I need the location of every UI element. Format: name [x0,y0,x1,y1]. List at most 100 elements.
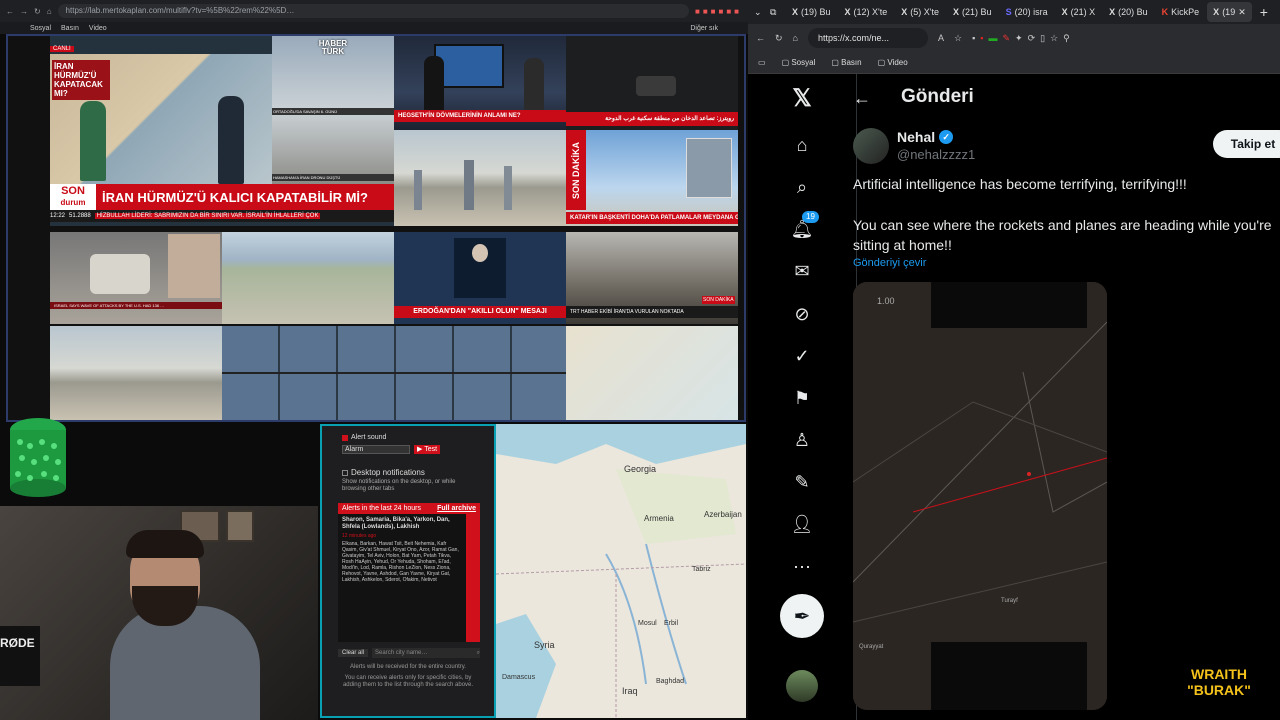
alerts-scrollbar[interactable] [466,514,480,642]
author-handle[interactable]: @nehalzzzz1 [897,147,975,162]
tab-close-icon[interactable]: ✕ [1238,7,1246,18]
news-ticker: 12:22 51.2888 HİZBULLAH LİDERİ: SABRIMIZ… [50,210,394,222]
bookmark-basin[interactable]: ▢ Basın [831,58,861,67]
left-browser-addressbar: ← → ↻ ⌂ https://lab.mertokaplan.com/mult… [0,0,748,22]
clear-all-button[interactable]: Clear all [338,649,369,657]
alarm-select[interactable]: Alarm [342,445,410,454]
bookmark-video[interactable]: Video [89,25,107,32]
alerts-list[interactable]: Sharon, Samaria, Bika'a, Yarkon, Dan, Sh… [338,514,480,642]
brand-bottom: TÜRK [321,47,345,56]
sidebar-icon[interactable]: ▭ [758,58,766,67]
more-icon[interactable]: ⋯ [790,555,814,579]
news-tile-aljazeera[interactable]: ISRAEL SAYS WAVE OF ATTACKS BY THE U.S. … [50,232,222,324]
news-tile-flight-map[interactable] [566,326,738,420]
tab-actions-icon[interactable]: ⧉ [770,7,784,18]
back-icon[interactable]: ← [756,33,765,43]
x-logo-icon[interactable]: 𝕏 [790,85,814,112]
bookmarks-icon[interactable]: ⚑ [790,386,814,410]
tab-2[interactable]: X (5) X'te [895,2,945,22]
home-icon[interactable]: ⌂ [47,7,52,16]
tab-4[interactable]: S (20) isra [1000,2,1054,22]
news-tile-jerusalem[interactable] [50,326,222,420]
tab-8-label: (19 [1222,7,1236,17]
translate-post-link[interactable]: Gönderiyi çevir [853,257,926,269]
tile4-caption: KATAR'IN BAŞKENTİ DOHA'DA PATLAMALAR MEY… [566,212,738,224]
tab-6[interactable]: X (20) Bu [1103,2,1154,22]
test-button[interactable]: ▶ Test [414,445,441,454]
tab-1-label: (12) X'te [853,7,888,17]
messages-icon[interactable]: ✉ [790,259,814,283]
tab-5[interactable]: X (21) X [1056,2,1102,22]
news-tile-alaraby[interactable]: رويترز: تصاعد الدخان من منطقة سكنية غرب … [566,36,738,130]
profile-icon[interactable]: 👤︎ [790,512,814,536]
bookmark-video[interactable]: ▢ Video [878,58,908,67]
tab-3-icon: X [953,7,960,17]
tab-0[interactable]: X (19) Bu [786,2,837,22]
premium-icon[interactable]: ✎ [790,470,814,494]
news-tile-studio-2[interactable]: HEGSETH'İN DÖVMELERİNİN ANLAMI NE? [394,36,566,130]
news-tile-erdogan[interactable]: ERDOĞAN'DAN "AKILLI OLUN" MESAJI [394,232,566,324]
home-icon[interactable]: ⌂ [793,33,798,43]
news-tile-trt[interactable]: TRT HABER EKİBİ İRAN'DA VURULAN NOKTADA … [566,232,738,324]
read-aloud-icon[interactable]: A [938,33,944,43]
reload-icon[interactable]: ↻ [775,33,783,44]
side-caption-1: ORTADOĞU'DA SAVAŞIN 6. GÜNÜ [272,108,394,115]
news-tile-webcam-grid[interactable] [222,326,566,420]
jobs-icon[interactable]: ♙ [790,428,814,452]
full-archive-link[interactable]: Full archive [437,505,476,512]
news-tile-haberturk[interactable]: İRAN HÜRMÜZ'Ü KAPATACAK MI? CANLI HABER T… [50,36,394,226]
tab-3[interactable]: X (21) Bu [947,2,998,22]
city-search-input[interactable]: Search city name… ⌕ [372,648,480,658]
explore-search-icon[interactable]: ⌕ [790,175,814,199]
tab-8-active[interactable]: X (19 ✕ [1207,2,1252,22]
back-arrow-icon[interactable]: ← [853,88,871,109]
search-placeholder: Search city name… [375,650,428,656]
bookmark-sosyal[interactable]: Sosyal [30,25,51,32]
extension-icons[interactable]: ■■■■■■ [695,7,742,16]
new-tab-icon[interactable]: + [1254,4,1268,20]
account-avatar[interactable] [786,670,818,702]
tab-4-icon: S [1005,7,1012,17]
desktop-notif-desc: Show notifications on the desktop, or wh… [342,479,456,492]
tab-5-label: (21) X [1070,7,1096,17]
extension-icons[interactable]: ▪▪▬✎✦⟳▯☆⚲ [972,33,1075,44]
reload-icon[interactable]: ↻ [34,7,41,16]
follow-button[interactable]: Takip et [1213,130,1280,158]
tab-1[interactable]: X (12) X'te [839,2,894,22]
tab-2-label: (5) X'te [910,7,940,17]
desktop-notif-checkbox[interactable] [342,469,348,476]
home-icon[interactable]: ⌂ [790,133,814,157]
author-name-row[interactable]: Nehal ✓ [897,129,954,145]
verified-icon[interactable]: ✓ [790,344,814,368]
left-url-field[interactable]: https://lab.mertokaplan.com/multiflv?tv=… [57,4,689,18]
regional-map[interactable]: Georgia Armenia Azerbaijan Tabriz Mosul … [496,424,746,718]
notifications-bell-icon[interactable]: 🔔︎ 19 [790,211,819,241]
streamer-body [110,606,260,720]
post-button[interactable]: ✒ [780,594,824,638]
microphone [0,626,40,686]
search-icon: ⌕ [476,650,480,656]
tab-list-icon[interactable]: ⌄ [754,7,768,18]
news-tile-skyline[interactable] [394,130,566,226]
back-icon[interactable]: ← [6,7,14,16]
bookmark-basin[interactable]: Basın [61,25,79,32]
right-url-field[interactable]: https://x.com/ne... [807,28,928,48]
author-avatar[interactable] [853,128,889,164]
bookmark-sosyal[interactable]: ▢ Sosyal [782,58,816,67]
streamer-webcam: RØDE [0,506,318,720]
aljazeera-caption: ISRAEL SAYS WAVE OF ATTACKS BY THE U.S. … [50,302,222,309]
tower-1 [414,170,422,210]
alert-sound-checkbox[interactable] [342,434,348,441]
news-tile-coast[interactable] [222,232,394,324]
tab-7[interactable]: K KickPe [1156,2,1206,22]
video-speed[interactable]: 1.00 [877,296,895,306]
guest [524,58,544,118]
tab-8-icon: X [1213,7,1220,17]
tweet-video[interactable]: 1.00 Turayf Qurayyat [853,282,1107,710]
favorite-icon[interactable]: ☆ [954,33,962,44]
forward-icon[interactable]: → [20,7,28,16]
grok-icon[interactable]: ⊘ [790,302,814,326]
bookmark-other[interactable]: Diğer sık [690,25,718,32]
news-tile-doha[interactable]: SON DAKİKA KATAR'IN BAŞKENTİ DOHA'DA PAT… [566,130,738,226]
presenter [424,56,444,116]
